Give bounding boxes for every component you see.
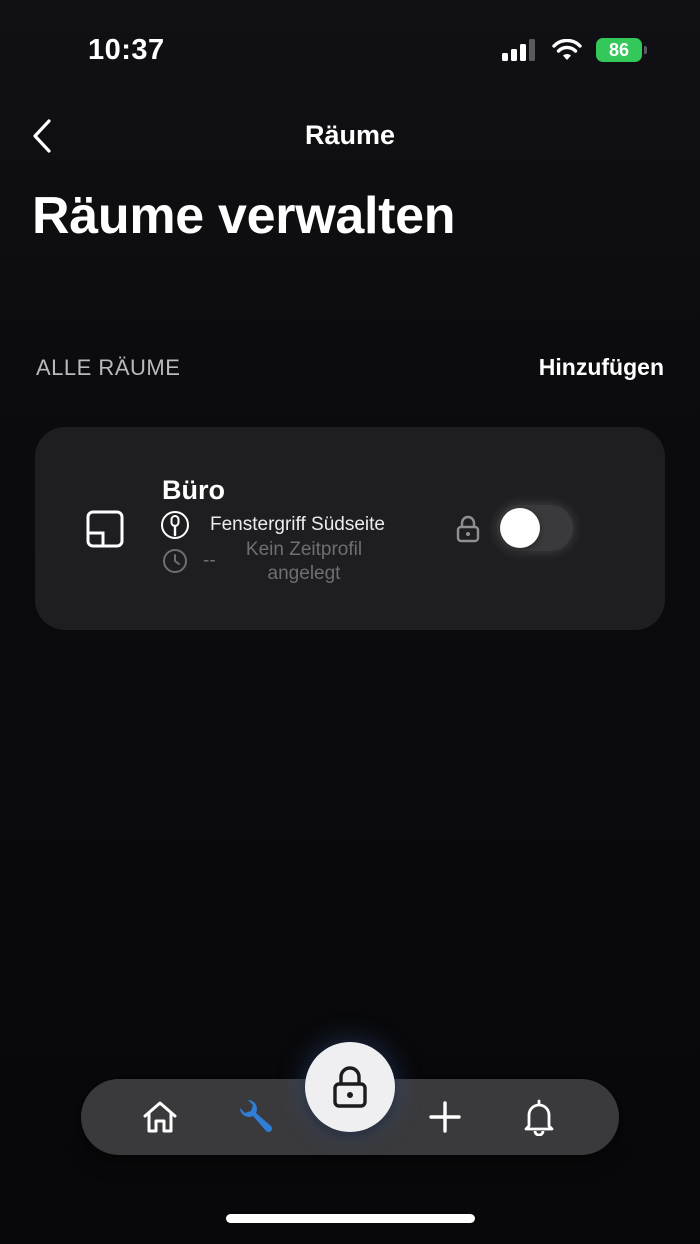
page-title: Räume verwalten bbox=[32, 187, 456, 245]
room-card[interactable]: Büro Fenstergriff Südseite -- Kein Zeitp… bbox=[35, 427, 665, 630]
room-icon bbox=[86, 510, 124, 548]
status-icons: 86 bbox=[502, 38, 647, 62]
bell-icon bbox=[524, 1099, 554, 1136]
signal-icon bbox=[502, 39, 535, 61]
lock-button[interactable] bbox=[305, 1042, 395, 1132]
tab-notifications[interactable] bbox=[519, 1097, 559, 1137]
room-name: Büro bbox=[162, 475, 225, 505]
wrench-icon bbox=[240, 1100, 273, 1133]
toggle-knob bbox=[500, 508, 540, 548]
home-icon bbox=[143, 1101, 177, 1133]
window-handle-icon bbox=[161, 511, 189, 539]
tab-home[interactable] bbox=[140, 1097, 180, 1137]
padlock-icon bbox=[333, 1066, 367, 1108]
plus-icon bbox=[429, 1101, 461, 1133]
clock-icon bbox=[163, 549, 187, 573]
battery-level: 86 bbox=[608, 39, 630, 60]
schedule-dash: -- bbox=[203, 550, 216, 571]
screen: 10:37 86 Räume Räume verwalten ALLE RÄUM… bbox=[0, 0, 700, 1244]
tab-tools[interactable] bbox=[235, 1097, 275, 1137]
schedule-status: Kein Zeitprofil angelegt bbox=[245, 539, 363, 584]
home-indicator bbox=[226, 1214, 475, 1223]
device-name: Fenstergriff Südseite bbox=[210, 514, 385, 535]
section-label: ALLE RÄUME bbox=[36, 355, 181, 380]
add-room-button[interactable]: Hinzufügen bbox=[539, 354, 664, 381]
battery-icon: 86 bbox=[596, 38, 647, 62]
wifi-icon bbox=[552, 39, 582, 60]
device-row: Fenstergriff Südseite bbox=[160, 510, 385, 540]
tab-add[interactable] bbox=[425, 1097, 465, 1137]
status-time: 10:37 bbox=[88, 34, 165, 66]
nav-title: Räume bbox=[304, 120, 396, 150]
room-lock-toggle[interactable] bbox=[497, 505, 573, 551]
lock-icon bbox=[456, 515, 480, 543]
